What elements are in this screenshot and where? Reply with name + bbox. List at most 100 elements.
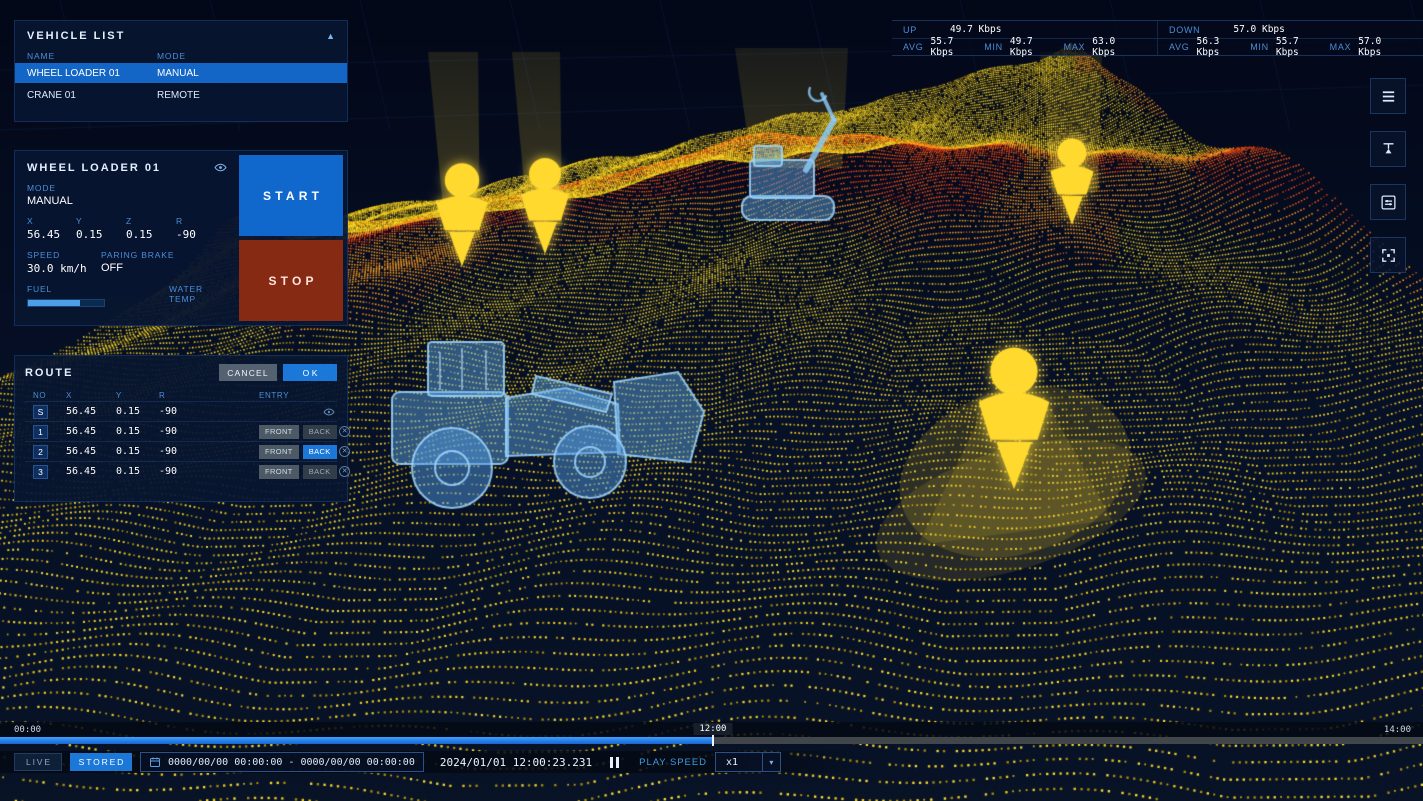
column-header-no: NO	[33, 391, 66, 400]
stored-button[interactable]: STORED	[70, 753, 132, 771]
collapse-panel-icon[interactable]: ▲	[326, 31, 335, 41]
down-avg-label: AVG	[1169, 42, 1190, 52]
play-speed-dropdown[interactable]: x1 ▾	[715, 752, 781, 772]
down-label: DOWN	[1169, 25, 1200, 35]
column-header-name: NAME	[27, 51, 157, 61]
down-max-value: 57.0 Kbps	[1358, 36, 1396, 58]
route-r: -90	[159, 466, 199, 477]
display-settings-button[interactable]	[1370, 184, 1406, 220]
cancel-button[interactable]: CANCEL	[219, 364, 277, 381]
vehicle-name: CRANE 01	[27, 90, 157, 101]
parking-brake-value: OFF	[101, 262, 174, 274]
route-y: 0.15	[116, 406, 159, 417]
calendar-icon	[149, 756, 161, 768]
live-button[interactable]: LIVE	[14, 753, 62, 771]
parking-brake-label: PARING BRAKE	[101, 250, 174, 260]
vehicle-list-panel: VEHICLE LIST ▲ NAME MODE WHEEL LOADER 01…	[14, 20, 348, 122]
pause-icon	[616, 757, 619, 768]
speed-label: SPEED	[27, 250, 101, 260]
mode-value: MANUAL	[27, 195, 227, 207]
route-title: ROUTE	[25, 367, 219, 379]
timeline-current-label: 12:00	[693, 723, 732, 735]
route-no-badge: 3	[33, 465, 48, 479]
route-entry-cell: FRONT BACK	[199, 425, 337, 439]
fuel-label: FUEL	[27, 284, 169, 294]
vehicle-list-title: VEHICLE LIST	[27, 30, 125, 42]
column-header-x: X	[66, 391, 116, 400]
route-y: 0.15	[116, 446, 159, 457]
ok-button[interactable]: OK	[283, 364, 337, 381]
timeline-panel: 00:00 12:00 14:00 LIVE STORED 0000/00/00…	[0, 722, 1423, 782]
column-header-r: R	[159, 391, 199, 400]
vehicle-row-wheel-loader-01[interactable]: WHEEL LOADER 01 MANUAL	[15, 63, 347, 83]
menu-button[interactable]	[1370, 78, 1406, 114]
downlink-detail-stats: AVG 56.3 Kbps MIN 55.7 Kbps MAX 57.0 Kbp…	[1157, 39, 1423, 55]
column-header-y: Y	[116, 391, 159, 400]
route-r: -90	[159, 446, 199, 457]
up-label: UP	[903, 25, 917, 35]
up-min-label: MIN	[984, 42, 1003, 52]
route-row-start[interactable]: S 56.45 0.15 -90	[25, 401, 337, 421]
route-x: 56.45	[66, 466, 116, 477]
stop-button[interactable]: STOP	[239, 240, 343, 321]
fullscreen-button[interactable]	[1370, 237, 1406, 273]
column-header-entry: ENTRY	[199, 391, 321, 400]
route-row-3[interactable]: 3 56.45 0.15 -90 FRONT BACK ✕	[25, 461, 337, 481]
route-r: -90	[159, 406, 199, 417]
remove-icon[interactable]: ✕	[337, 466, 353, 477]
column-header-mode: MODE	[157, 51, 186, 61]
plumb-tool-button[interactable]	[1370, 131, 1406, 167]
z-value: 0.15	[126, 228, 176, 241]
vehicle-mode: MANUAL	[157, 68, 199, 79]
y-value: 0.15	[76, 228, 126, 241]
entry-front-button[interactable]: FRONT	[259, 445, 299, 459]
visibility-eye-icon[interactable]	[214, 161, 227, 174]
up-value: 49.7 Kbps	[950, 24, 1001, 35]
fullscreen-icon	[1380, 247, 1397, 264]
r-value: -90	[176, 228, 216, 241]
route-panel: ROUTE CANCEL OK NO X Y R ENTRY S 56.45 0…	[14, 355, 348, 502]
vehicle-mode: REMOTE	[157, 90, 200, 101]
vehicle-row-crane-01[interactable]: CRANE 01 REMOTE	[15, 85, 347, 105]
remove-icon[interactable]: ✕	[337, 426, 353, 437]
play-speed-value: x1	[716, 757, 762, 768]
date-range-picker[interactable]: 0000/00/00 00:00:00 - 0000/00/00 00:00:0…	[140, 752, 424, 772]
entry-front-button[interactable]: FRONT	[259, 465, 299, 479]
vehicle-list-columns: NAME MODE	[27, 51, 335, 61]
plumb-tool-icon	[1380, 141, 1397, 158]
timeline-end-label: 14:00	[1384, 725, 1411, 735]
playback-controls: LIVE STORED 0000/00/00 00:00:00 - 0000/0…	[0, 751, 1423, 773]
entry-back-button[interactable]: BACK	[303, 465, 337, 479]
down-avg-value: 56.3 Kbps	[1197, 36, 1235, 58]
vehicle-detail-info: WHEEL LOADER 01 MODE MANUAL X 56.45 Y 0.…	[15, 151, 235, 325]
up-max-value: 63.0 Kbps	[1092, 36, 1130, 58]
route-entry-cell: FRONT BACK	[199, 465, 337, 479]
pause-button[interactable]	[610, 757, 619, 768]
up-max-label: MAX	[1064, 42, 1086, 52]
network-stats-panel: UP 49.7 Kbps DOWN 57.0 Kbps AVG 55.7 Kbp…	[892, 20, 1423, 56]
route-row-1[interactable]: 1 56.45 0.15 -90 FRONT BACK ✕	[25, 421, 337, 441]
current-timestamp: 2024/01/01 12:00:23.231	[440, 756, 592, 769]
route-entry-cell: FRONT BACK	[199, 445, 337, 459]
eye-icon[interactable]	[321, 406, 337, 418]
fuel-gauge	[27, 299, 105, 307]
route-x: 56.45	[66, 406, 116, 417]
z-label: Z	[126, 216, 176, 226]
route-row-2[interactable]: 2 56.45 0.15 -90 FRONT BACK ✕	[25, 441, 337, 461]
start-button[interactable]: START	[239, 155, 343, 236]
mode-label: MODE	[27, 183, 227, 193]
entry-back-button[interactable]: BACK	[303, 445, 337, 459]
route-x: 56.45	[66, 426, 116, 437]
fuel-gauge-fill	[28, 300, 80, 306]
entry-back-button[interactable]: BACK	[303, 425, 337, 439]
remove-icon[interactable]: ✕	[337, 446, 353, 457]
side-toolbar	[1370, 78, 1406, 273]
date-range-value: 0000/00/00 00:00:00 - 0000/00/00 00:00:0…	[168, 757, 415, 768]
entry-front-button[interactable]: FRONT	[259, 425, 299, 439]
timeline-scrubber[interactable]	[0, 737, 1423, 744]
timeline-handle[interactable]	[712, 735, 714, 746]
up-avg-value: 55.7 Kbps	[931, 36, 969, 58]
up-min-value: 49.7 Kbps	[1010, 36, 1048, 58]
speed-value: 30.0 km/h	[27, 262, 101, 275]
app-root: VEHICLE LIST ▲ NAME MODE WHEEL LOADER 01…	[0, 0, 1423, 801]
